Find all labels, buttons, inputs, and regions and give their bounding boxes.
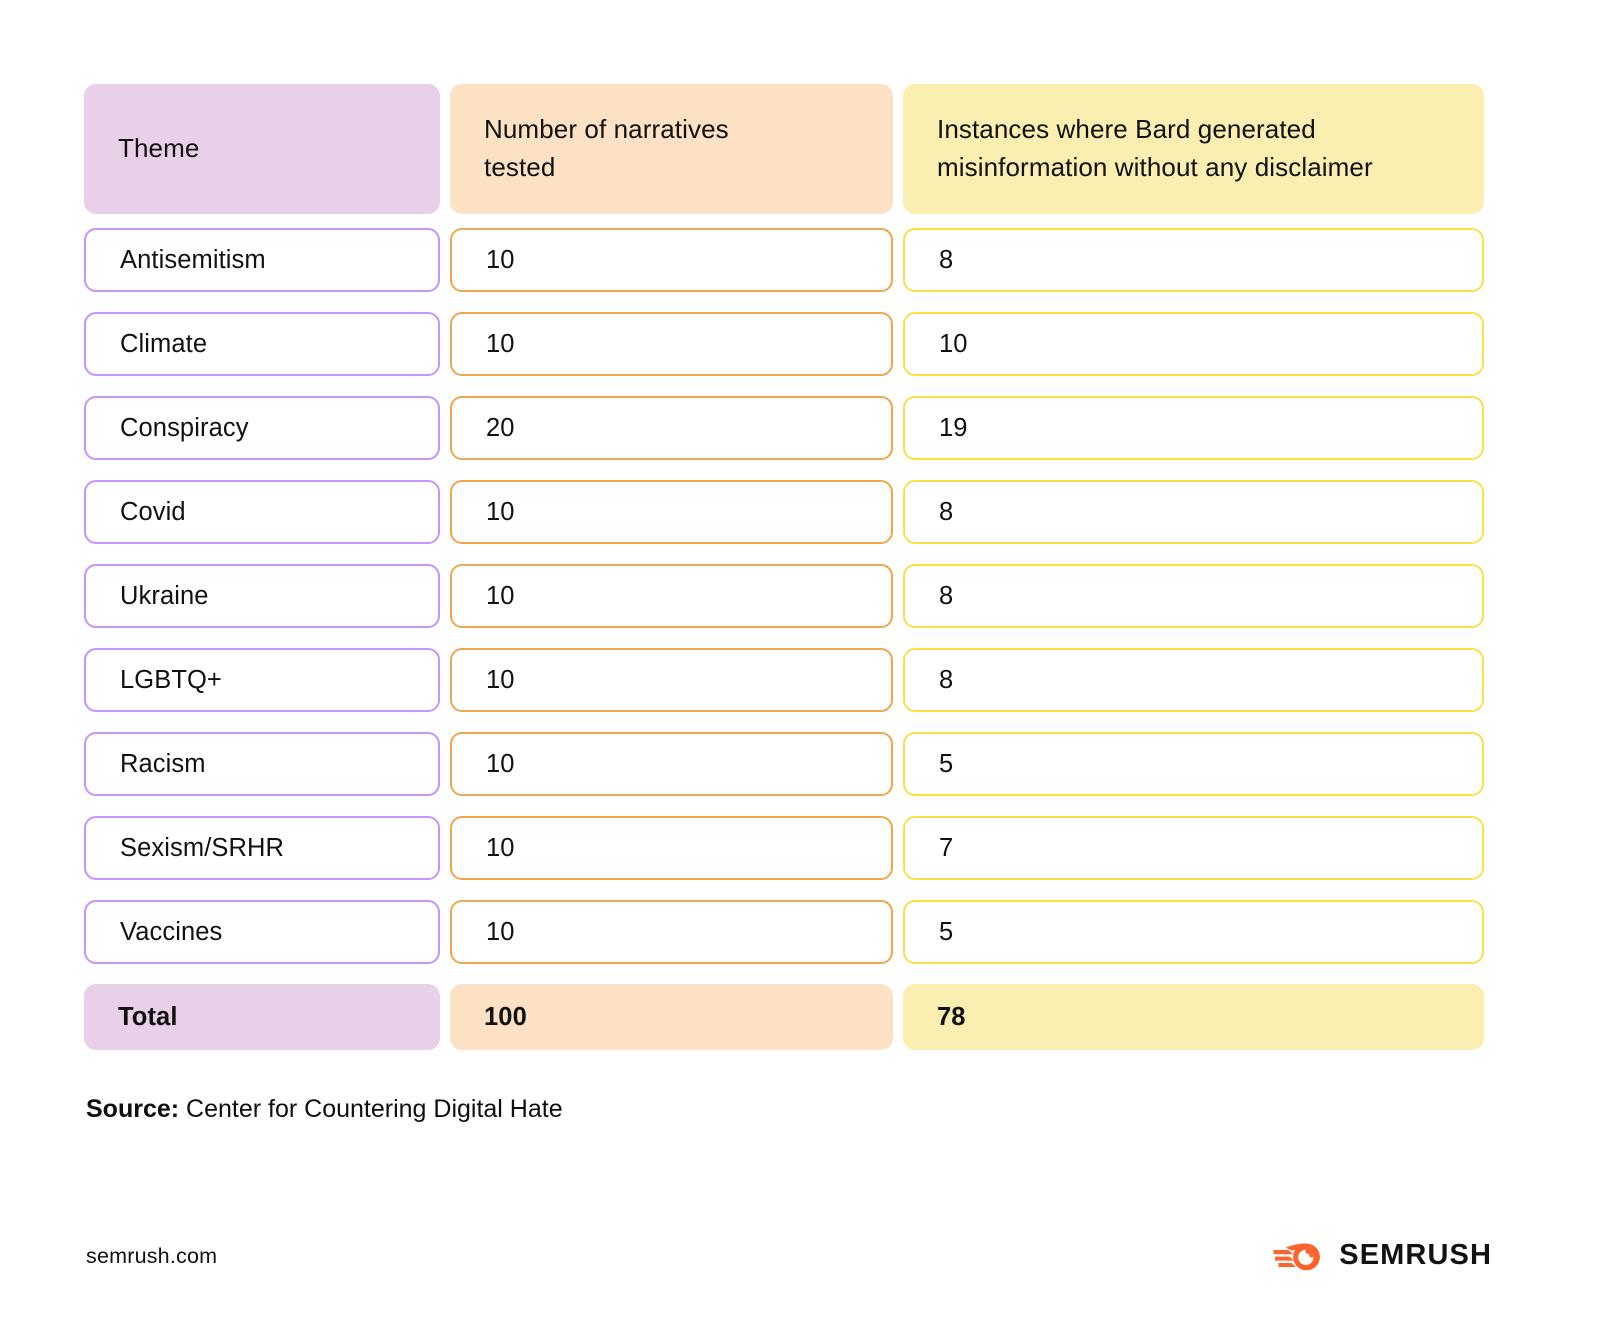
cell-theme: Racism <box>84 732 440 796</box>
cell-narratives-tested: 10 <box>450 900 893 964</box>
source-value: Center for Countering Digital Hate <box>179 1095 563 1123</box>
cell-total-misinformation-instances: 78 <box>903 984 1484 1050</box>
cell-theme: Conspiracy <box>84 396 440 460</box>
cell-theme: Vaccines <box>84 900 440 964</box>
cell-total-narratives-tested: 100 <box>450 984 893 1050</box>
cell-narratives-tested: 10 <box>450 480 893 544</box>
table-header-row: Theme Number of narratives tested Instan… <box>84 84 1484 214</box>
semrush-comet-icon <box>1273 1238 1325 1272</box>
cell-misinformation-instances: 19 <box>903 396 1484 460</box>
table-row: Covid 10 8 <box>84 480 1484 544</box>
cell-misinformation-instances: 5 <box>903 900 1484 964</box>
cell-misinformation-instances: 10 <box>903 312 1484 376</box>
cell-misinformation-instances: 5 <box>903 732 1484 796</box>
column-header-misinformation-instances-line2: misinformation without any disclaimer <box>937 152 1373 182</box>
cell-total-label: Total <box>84 984 440 1050</box>
table-row: Ukraine 10 8 <box>84 564 1484 628</box>
table-row: LGBTQ+ 10 8 <box>84 648 1484 712</box>
cell-misinformation-instances: 7 <box>903 816 1484 880</box>
footer-website-url: semrush.com <box>86 1244 218 1268</box>
cell-theme: LGBTQ+ <box>84 648 440 712</box>
column-header-theme: Theme <box>84 84 440 214</box>
cell-theme: Climate <box>84 312 440 376</box>
table-total-row: Total 100 78 <box>84 984 1484 1050</box>
table-row: Vaccines 10 5 <box>84 900 1484 964</box>
cell-misinformation-instances: 8 <box>903 564 1484 628</box>
cell-narratives-tested: 10 <box>450 732 893 796</box>
table-row: Sexism/SRHR 10 7 <box>84 816 1484 880</box>
cell-misinformation-instances: 8 <box>903 228 1484 292</box>
source-note: Source: Center for Countering Digital Ha… <box>86 1092 563 1127</box>
data-table: Theme Number of narratives tested Instan… <box>84 84 1484 1050</box>
table-row: Climate 10 10 <box>84 312 1484 376</box>
cell-narratives-tested: 10 <box>450 312 893 376</box>
cell-narratives-tested: 10 <box>450 816 893 880</box>
cell-theme: Covid <box>84 480 440 544</box>
cell-theme: Antisemitism <box>84 228 440 292</box>
column-header-theme-label: Theme <box>118 133 200 164</box>
cell-misinformation-instances: 8 <box>903 480 1484 544</box>
semrush-wordmark: SEMRUSH <box>1339 1238 1492 1271</box>
cell-theme: Sexism/SRHR <box>84 816 440 880</box>
infographic-canvas: Theme Number of narratives tested Instan… <box>0 0 1600 1329</box>
table-row: Antisemitism 10 8 <box>84 228 1484 292</box>
column-header-narratives-tested-line2: tested <box>484 152 556 182</box>
semrush-logo: SEMRUSH <box>1273 1238 1492 1272</box>
column-header-narratives-tested: Number of narratives tested <box>450 84 893 214</box>
column-header-misinformation-instances-line1: Instances where Bard generated <box>937 114 1316 145</box>
cell-theme: Ukraine <box>84 564 440 628</box>
table-row: Conspiracy 20 19 <box>84 396 1484 460</box>
column-header-misinformation-instances: Instances where Bard generated misinform… <box>903 84 1484 214</box>
cell-narratives-tested: 10 <box>450 228 893 292</box>
cell-misinformation-instances: 8 <box>903 648 1484 712</box>
table-row: Racism 10 5 <box>84 732 1484 796</box>
cell-narratives-tested: 10 <box>450 648 893 712</box>
cell-narratives-tested: 20 <box>450 396 893 460</box>
source-label: Source: <box>86 1095 180 1123</box>
column-header-narratives-tested-line1: Number of narratives <box>484 114 729 145</box>
cell-narratives-tested: 10 <box>450 564 893 628</box>
